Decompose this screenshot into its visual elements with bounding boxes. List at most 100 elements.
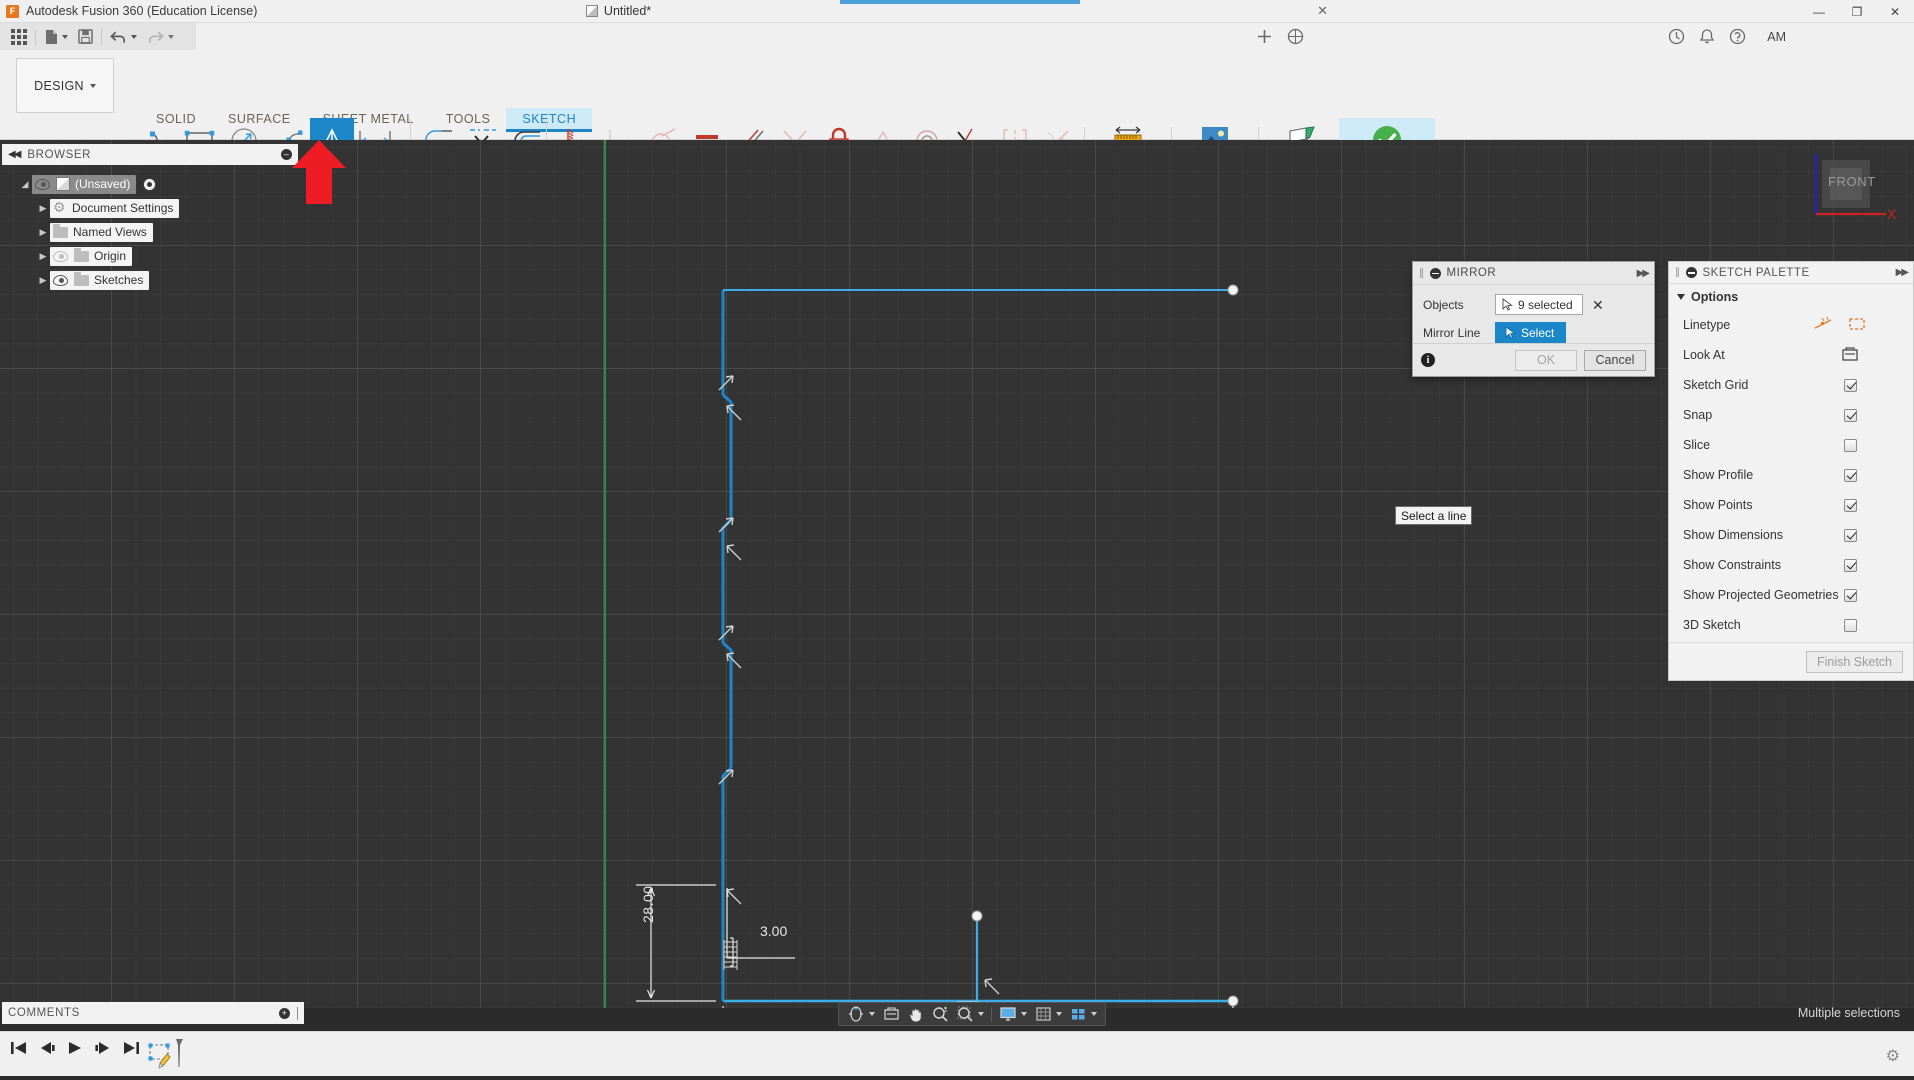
activate-radio-icon[interactable] bbox=[143, 178, 156, 191]
zoom-tool[interactable] bbox=[928, 1003, 953, 1025]
options-section-header[interactable]: Options bbox=[1669, 284, 1913, 310]
sketch-palette-footer: Finish Sketch bbox=[1669, 642, 1913, 680]
viewcube-face-label[interactable]: FRONT bbox=[1828, 174, 1876, 189]
info-icon[interactable]: i bbox=[1421, 353, 1435, 367]
x-axis-label: X bbox=[1887, 206, 1896, 222]
visibility-eye-icon[interactable] bbox=[53, 275, 68, 286]
sketch-palette[interactable]: ∥ SKETCH PALETTE ▶▶ Options Linetype Loo… bbox=[1668, 261, 1914, 681]
collapse-circle-icon[interactable] bbox=[1430, 268, 1441, 279]
step-back-button[interactable] bbox=[38, 1040, 56, 1059]
snap-checkbox[interactable] bbox=[1844, 409, 1857, 422]
objects-selection-box[interactable]: 9 selected bbox=[1495, 294, 1583, 315]
visibility-eye-icon[interactable] bbox=[35, 179, 50, 190]
notifications-bell-icon[interactable] bbox=[1699, 28, 1715, 48]
linetype-normal-icon[interactable] bbox=[1813, 316, 1833, 335]
data-panel-icon[interactable] bbox=[1287, 28, 1304, 48]
palette-row-linetype[interactable]: Linetype bbox=[1669, 310, 1913, 340]
slice-checkbox[interactable] bbox=[1844, 439, 1857, 452]
visibility-eye-icon[interactable] bbox=[53, 251, 68, 262]
mirror-line-select-button[interactable]: Select bbox=[1495, 322, 1566, 343]
plus-circle-icon[interactable]: + bbox=[279, 1008, 290, 1019]
close-button[interactable]: ✕ bbox=[1876, 0, 1914, 23]
orbit-tool[interactable] bbox=[843, 1003, 879, 1025]
show-profile-checkbox[interactable] bbox=[1844, 469, 1857, 482]
app-grid-button[interactable] bbox=[6, 25, 32, 49]
comments-panel-header[interactable]: COMMENTS + bbox=[2, 1002, 304, 1024]
3d-sketch-checkbox[interactable] bbox=[1844, 619, 1857, 632]
palette-row-look-at[interactable]: Look At bbox=[1669, 340, 1913, 370]
double-right-arrow-icon[interactable]: ▶▶ bbox=[1637, 268, 1648, 279]
palette-row-show-points[interactable]: Show Points bbox=[1669, 490, 1913, 520]
pan-tool[interactable] bbox=[904, 1003, 928, 1025]
cancel-button[interactable]: Cancel bbox=[1584, 350, 1646, 371]
fit-tool[interactable] bbox=[953, 1003, 988, 1025]
collapse-circle-icon[interactable] bbox=[1686, 267, 1697, 278]
show-constraints-checkbox[interactable] bbox=[1844, 559, 1857, 572]
double-right-arrow-icon[interactable]: ▶▶ bbox=[1896, 267, 1907, 278]
help-icon[interactable] bbox=[1729, 28, 1746, 48]
sketch-palette-header[interactable]: ∥ SKETCH PALETTE ▶▶ bbox=[1669, 262, 1913, 284]
go-to-beginning-button[interactable] bbox=[10, 1040, 28, 1059]
finish-sketch-button[interactable]: Finish Sketch bbox=[1806, 651, 1903, 673]
play-button[interactable] bbox=[66, 1040, 84, 1059]
account-initials[interactable]: AM bbox=[1767, 30, 1786, 44]
palette-row-slice[interactable]: Slice bbox=[1669, 430, 1913, 460]
browser-item-origin[interactable]: ▶ Origin bbox=[0, 244, 300, 268]
show-dimensions-checkbox[interactable] bbox=[1844, 529, 1857, 542]
view-cube[interactable]: FRONT X bbox=[1808, 150, 1900, 234]
comments-title: COMMENTS bbox=[8, 1007, 80, 1019]
show-projected-geometries-checkbox[interactable] bbox=[1844, 589, 1857, 602]
workspace-switcher[interactable]: DESIGN bbox=[16, 58, 114, 113]
close-x-icon[interactable]: ✕ bbox=[1592, 298, 1604, 312]
twisty-icon[interactable]: ▶ bbox=[36, 227, 50, 238]
show-points-checkbox[interactable] bbox=[1844, 499, 1857, 512]
twisty-icon[interactable]: ▶ bbox=[36, 251, 50, 262]
offset-dimension-label[interactable]: 3.00 bbox=[760, 923, 787, 939]
redo-button[interactable] bbox=[142, 25, 179, 49]
undo-button[interactable] bbox=[105, 25, 142, 49]
look-at-tool[interactable] bbox=[879, 1003, 904, 1025]
browser-item-unsaved[interactable]: ◢ (Unsaved) bbox=[0, 172, 300, 196]
mirror-dialog[interactable]: ∥ MIRROR ▶▶ Objects 9 selected ✕ Mirror … bbox=[1412, 261, 1655, 377]
cursor-icon bbox=[1502, 298, 1513, 311]
twisty-icon[interactable]: ◢ bbox=[18, 179, 32, 190]
ok-button[interactable]: OK bbox=[1515, 350, 1577, 371]
browser-item-named-views[interactable]: ▶ Named Views bbox=[0, 220, 300, 244]
palette-row-3d-sketch[interactable]: 3D Sketch bbox=[1669, 610, 1913, 640]
new-file-button[interactable] bbox=[39, 25, 73, 49]
twisty-icon[interactable]: ▶ bbox=[36, 275, 50, 286]
palette-row-show-profile[interactable]: Show Profile bbox=[1669, 460, 1913, 490]
close-document-icon[interactable]: ✕ bbox=[1317, 3, 1328, 19]
browser-item-document-settings[interactable]: ▶ ⚙ Document Settings bbox=[0, 196, 300, 220]
viewports[interactable] bbox=[1066, 1003, 1101, 1025]
browser-header[interactable]: ◀◀ BROWSER – bbox=[2, 144, 298, 165]
grid-settings[interactable] bbox=[1031, 1003, 1066, 1025]
palette-row-snap[interactable]: Snap bbox=[1669, 400, 1913, 430]
drag-grip-icon[interactable]: ∥ bbox=[1675, 267, 1681, 278]
palette-row-show-dimensions[interactable]: Show Dimensions bbox=[1669, 520, 1913, 550]
palette-row-show-projected-geometries[interactable]: Show Projected Geometries bbox=[1669, 580, 1913, 610]
linetype-construction-icon[interactable] bbox=[1847, 316, 1867, 335]
display-settings[interactable] bbox=[995, 1003, 1031, 1025]
step-forward-button[interactable] bbox=[94, 1040, 112, 1059]
lookat-icon[interactable] bbox=[1841, 346, 1859, 365]
chevron-down-icon bbox=[62, 35, 68, 39]
twisty-icon[interactable]: ▶ bbox=[36, 203, 50, 214]
double-left-arrow-icon[interactable]: ◀◀ bbox=[8, 149, 19, 160]
height-dimension-label[interactable]: 28.00 bbox=[640, 885, 656, 923]
job-status-icon[interactable] bbox=[1668, 28, 1685, 48]
gear-icon[interactable]: ⚙ bbox=[1886, 1046, 1900, 1066]
palette-row-show-constraints[interactable]: Show Constraints bbox=[1669, 550, 1913, 580]
mirror-dialog-header[interactable]: ∥ MIRROR ▶▶ bbox=[1413, 262, 1654, 285]
sketch-grid-checkbox[interactable] bbox=[1844, 379, 1857, 392]
palette-row-sketch-grid[interactable]: Sketch Grid bbox=[1669, 370, 1913, 400]
orbit-icon bbox=[847, 1006, 865, 1022]
browser-item-sketches[interactable]: ▶ Sketches bbox=[0, 268, 300, 292]
maximize-button[interactable]: ❐ bbox=[1838, 0, 1876, 23]
go-to-end-button[interactable] bbox=[122, 1040, 140, 1059]
drag-grip-icon[interactable]: ∥ bbox=[1419, 268, 1425, 279]
add-panel-icon[interactable] bbox=[1256, 28, 1273, 48]
minimize-button[interactable]: — bbox=[1800, 0, 1838, 23]
save-button[interactable] bbox=[73, 25, 98, 49]
timeline-feature-sketch[interactable] bbox=[146, 1037, 186, 1078]
